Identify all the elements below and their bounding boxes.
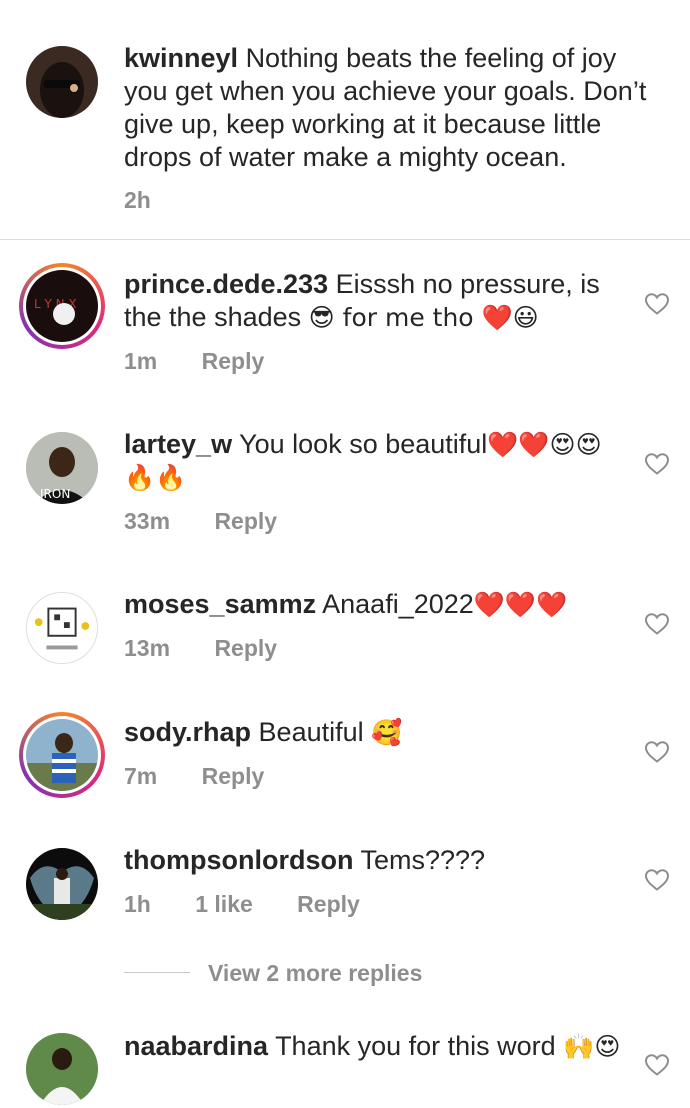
post-caption: kwinneyl Nothing beats the feeling of jo… xyxy=(0,0,690,240)
comment-meta: 13m Reply xyxy=(124,635,315,662)
reply-button[interactable]: Reply xyxy=(202,763,265,789)
comment-meta: 1h 1 like Reply xyxy=(124,891,398,918)
comment-time: 1h xyxy=(124,891,151,917)
comment-time: 7m xyxy=(124,763,158,789)
comment-text: lartey_w You look so beautiful❤️❤️😍😍🔥🔥 xyxy=(124,428,604,494)
caption-time: 2h xyxy=(124,187,151,213)
avatar[interactable] xyxy=(26,592,98,664)
comment-body: Anaafi_2022 xyxy=(322,589,474,619)
heart-outline-icon[interactable] xyxy=(644,452,670,476)
avatar[interactable] xyxy=(26,1033,98,1105)
comment-text: moses_sammz Anaafi_2022❤️❤️❤️ xyxy=(124,588,624,621)
view-more-replies-button[interactable]: View 2 more replies xyxy=(208,960,422,987)
avatar[interactable] xyxy=(26,46,98,118)
heart-outline-icon[interactable] xyxy=(644,1053,670,1077)
comment-username[interactable]: thompsonlordson xyxy=(124,845,353,875)
caption-meta: 2h xyxy=(124,187,189,214)
comment-body: Beautiful xyxy=(258,717,372,747)
replies-divider xyxy=(124,972,190,973)
comment-text: naabardina Thank you for this word 🙌😍 xyxy=(124,1030,624,1063)
comment-username[interactable]: naabardina xyxy=(124,1031,268,1061)
reply-button[interactable]: Reply xyxy=(297,891,360,917)
comment-meta: 7m Reply xyxy=(124,763,302,790)
comment-text: thompsonlordson Tems???? xyxy=(124,844,624,877)
comment-emoji: ❤️❤️❤️ xyxy=(473,590,568,619)
comment-body: Thank you for this word xyxy=(275,1031,564,1061)
heart-outline-icon[interactable] xyxy=(644,612,670,636)
avatar[interactable] xyxy=(26,848,98,920)
heart-outline-icon[interactable] xyxy=(644,740,670,764)
comment-meta: 1m Reply xyxy=(124,348,302,375)
heart-outline-icon[interactable] xyxy=(644,868,670,892)
comment-emoji: 😎 for me tho ❤️😃 xyxy=(308,303,539,332)
comment-username[interactable]: prince.dede.233 xyxy=(124,269,328,299)
comment-username[interactable]: moses_sammz xyxy=(124,589,316,619)
reply-button[interactable]: Reply xyxy=(214,508,277,534)
comment-username[interactable]: sody.rhap xyxy=(124,717,251,747)
caption-text: kwinneyl Nothing beats the feeling of jo… xyxy=(124,42,664,174)
comment-likes[interactable]: 1 like xyxy=(195,891,253,917)
caption-username[interactable]: kwinneyl xyxy=(124,43,238,73)
reply-button[interactable]: Reply xyxy=(214,635,277,661)
comment-text: sody.rhap Beautiful 🥰 xyxy=(124,716,624,749)
comment-body: Tems???? xyxy=(360,845,486,875)
avatar[interactable]: IRON xyxy=(26,432,98,504)
comment-time: 33m xyxy=(124,508,171,534)
comment-emoji: 🙌😍 xyxy=(563,1032,621,1061)
comment-username[interactable]: lartey_w xyxy=(124,429,232,459)
comment-text: prince.dede.233 Eisssh no pressure, is t… xyxy=(124,268,624,334)
avatar[interactable]: L Y N X xyxy=(19,263,105,349)
reply-button[interactable]: Reply xyxy=(202,348,265,374)
comment-time: 13m xyxy=(124,635,171,661)
avatar[interactable] xyxy=(19,712,105,798)
comment-time: 1m xyxy=(124,348,158,374)
svg-text:IRON: IRON xyxy=(40,487,70,501)
heart-outline-icon[interactable] xyxy=(644,292,670,316)
comment-meta: 33m Reply xyxy=(124,508,315,535)
comment-body: You look so beautiful xyxy=(239,429,488,459)
comment-emoji: 🥰 xyxy=(371,718,403,747)
